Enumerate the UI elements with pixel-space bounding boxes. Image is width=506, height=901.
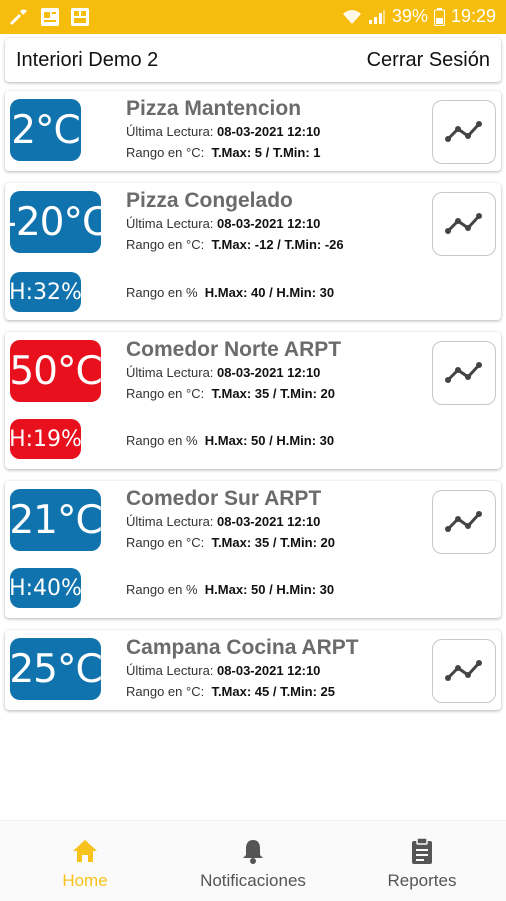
temp-range: Rango en °C: T.Max: -12 / T.Min: -26: [126, 237, 344, 252]
gallery-icon: [71, 8, 89, 26]
humidity-badge: H:40%: [9, 568, 82, 608]
chart-button[interactable]: [432, 490, 496, 554]
sensor-name: Pizza Mantencion: [126, 97, 302, 120]
last-reading-label: Última Lectura:: [126, 216, 214, 231]
home-icon: [73, 840, 97, 862]
humidity-range: Rango en % H.Max: 50 / H.Min: 30: [126, 582, 334, 597]
nav-notifications[interactable]: Notificaciones: [188, 821, 318, 901]
last-reading-label: Última Lectura:: [126, 663, 214, 678]
temp-range: Rango en °C: T.Max: 35 / T.Min: 20: [126, 535, 335, 550]
line-chart-icon: [445, 362, 482, 383]
last-reading: Última Lectura: 08-03-2021 12:10: [126, 663, 320, 678]
temperature-badge: -20°C: [3, 191, 109, 253]
system-status: 39% 19:29: [342, 6, 496, 27]
last-reading-value: 08-03-2021 12:10: [217, 216, 321, 231]
sensor-card[interactable]: 50°C Comedor Norte ARPT Última Lectura: …: [5, 332, 501, 469]
temp-range: Rango en °C: T.Max: 35 / T.Min: 20: [126, 386, 335, 401]
last-reading: Última Lectura: 08-03-2021 12:10: [126, 365, 320, 380]
humidity-range-label: Rango en %: [126, 285, 198, 300]
app-header: Interiori Demo 2 Cerrar Sesión: [5, 38, 501, 82]
last-reading-label: Última Lectura:: [126, 124, 214, 139]
humidity-range: Rango en % H.Max: 50 / H.Min: 30: [126, 433, 334, 448]
sensor-card[interactable]: 25°C Campana Cocina ARPT Última Lectura:…: [5, 630, 501, 710]
humidity-range: Rango en % H.Max: 40 / H.Min: 30: [126, 285, 334, 300]
temp-range-label: Rango en °C:: [126, 386, 205, 401]
humidity-range-label: Rango en %: [126, 433, 198, 448]
page-title: Interiori Demo 2: [16, 49, 159, 71]
status-bar: 39% 19:29: [0, 0, 506, 34]
temp-range-value: T.Max: 35 / T.Min: 20: [211, 386, 335, 401]
clipboard-icon: [412, 837, 432, 864]
last-reading: Última Lectura: 08-03-2021 12:10: [126, 216, 320, 231]
temp-range: Rango en °C: T.Max: 45 / T.Min: 25: [126, 684, 335, 699]
battery-percent: 39%: [391, 6, 428, 26]
temp-range-value: T.Max: -12 / T.Min: -26: [211, 237, 344, 252]
last-reading: Última Lectura: 08-03-2021 12:10: [126, 124, 320, 139]
line-chart-icon: [445, 660, 482, 681]
clock: 19:29: [450, 6, 496, 26]
humidity-range-label: Rango en %: [126, 582, 198, 597]
temp-range-label: Rango en °C:: [126, 145, 205, 160]
nav-notifications-label: Notificaciones: [200, 871, 306, 890]
chart-button[interactable]: [432, 341, 496, 405]
humidity-range-value: H.Max: 40 / H.Min: 30: [204, 285, 335, 300]
logout-button[interactable]: Cerrar Sesión: [367, 49, 490, 72]
temperature-badge: 2°C: [10, 99, 81, 161]
sensor-name: Campana Cocina ARPT: [126, 636, 359, 659]
temp-range-value: T.Max: 45 / T.Min: 25: [211, 684, 335, 699]
bell-icon: [243, 840, 263, 864]
wifi-icon: [342, 9, 361, 24]
temp-range: Rango en °C: T.Max: 5 / T.Min: 1: [126, 145, 321, 160]
temp-range-value: T.Max: 35 / T.Min: 20: [211, 535, 335, 550]
chart-button[interactable]: [432, 639, 496, 703]
humidity-range-value: H.Max: 50 / H.Min: 30: [204, 433, 335, 448]
nav-reports[interactable]: Reportes: [376, 821, 468, 901]
temperature-badge: 25°C: [9, 638, 103, 700]
nav-home-label: Home: [62, 871, 108, 890]
last-reading-label: Última Lectura:: [126, 514, 214, 529]
humidity-badge: H:19%: [9, 419, 82, 459]
humidity-badge: H:32%: [9, 272, 82, 312]
bottom-nav: Home Notificaciones Reportes: [0, 820, 506, 901]
temperature-badge: 50°C: [9, 340, 103, 402]
chart-button[interactable]: [432, 100, 496, 164]
tools-icon: [10, 9, 27, 25]
temp-range-label: Rango en °C:: [126, 237, 205, 252]
line-chart-icon: [445, 511, 482, 532]
news-icon: [41, 8, 59, 26]
last-reading-value: 08-03-2021 12:10: [217, 124, 321, 139]
temperature-badge: 21°C: [9, 489, 103, 551]
temp-range-label: Rango en °C:: [126, 535, 205, 550]
line-chart-icon: [445, 121, 482, 142]
sensor-name: Comedor Sur ARPT: [126, 487, 322, 510]
last-reading-value: 08-03-2021 12:10: [217, 663, 321, 678]
sensor-card[interactable]: 2°C Pizza Mantencion Última Lectura: 08-…: [5, 91, 501, 171]
humidity-range-value: H.Max: 50 / H.Min: 30: [204, 582, 335, 597]
temp-range-label: Rango en °C:: [126, 684, 205, 699]
sensor-name: Pizza Congelado: [126, 189, 293, 212]
line-chart-icon: [445, 213, 482, 234]
nav-home[interactable]: Home: [40, 821, 130, 901]
signal-icon: [368, 9, 385, 24]
last-reading-label: Última Lectura:: [126, 365, 214, 380]
notification-icons: [8, 7, 90, 27]
chart-button[interactable]: [432, 192, 496, 256]
sensor-name: Comedor Norte ARPT: [126, 338, 342, 361]
last-reading-value: 08-03-2021 12:10: [217, 514, 321, 529]
nav-reports-label: Reportes: [387, 871, 457, 890]
sensor-card[interactable]: -20°C Pizza Congelado Última Lectura: 08…: [3, 183, 501, 320]
temp-range-value: T.Max: 5 / T.Min: 1: [211, 145, 321, 160]
last-reading-value: 08-03-2021 12:10: [217, 365, 321, 380]
last-reading: Última Lectura: 08-03-2021 12:10: [126, 514, 320, 529]
battery-icon: [433, 7, 445, 26]
sensor-card[interactable]: 21°C Comedor Sur ARPT Última Lectura: 08…: [5, 481, 501, 618]
